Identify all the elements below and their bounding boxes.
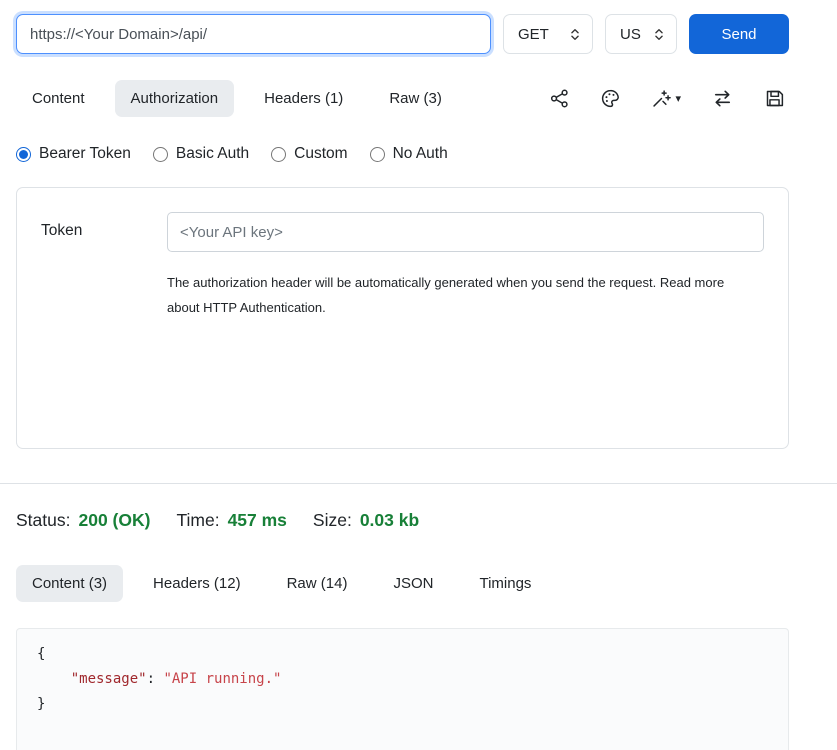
json-close-brace: } — [37, 696, 45, 712]
auth-option-custom[interactable]: Custom — [271, 145, 347, 163]
token-input[interactable] — [167, 212, 764, 252]
api-client-page: GET US Send Content Authorization Header… — [0, 0, 837, 750]
url-input[interactable] — [16, 14, 491, 54]
theme-palette-icon[interactable] — [600, 88, 621, 109]
tab-response-json[interactable]: JSON — [377, 565, 449, 602]
method-select-value: GET — [518, 26, 549, 43]
swap-arrows-icon[interactable] — [711, 87, 734, 110]
tab-raw[interactable]: Raw (3) — [373, 80, 458, 117]
tab-headers[interactable]: Headers (1) — [248, 80, 359, 117]
auth-option-bearer-token[interactable]: Bearer Token — [16, 145, 131, 163]
region-select[interactable]: US — [605, 14, 677, 54]
auth-options: Bearer Token Basic Auth Custom No Auth — [16, 145, 789, 163]
time-label: Time: — [176, 510, 219, 531]
tab-response-content[interactable]: Content (3) — [16, 565, 123, 602]
auth-option-label: No Auth — [393, 145, 448, 163]
section-divider — [0, 483, 837, 484]
response-tabs: Content (3) Headers (12) Raw (14) JSON T… — [16, 565, 789, 602]
json-separator: : — [147, 671, 164, 687]
status-label: Status: — [16, 510, 70, 531]
select-updown-icon — [652, 27, 666, 42]
tab-response-raw[interactable]: Raw (14) — [271, 565, 364, 602]
select-updown-icon — [568, 27, 582, 42]
token-panel-body: The authorization header will be automat… — [167, 212, 764, 424]
auth-option-basic-auth[interactable]: Basic Auth — [153, 145, 249, 163]
save-icon[interactable] — [764, 88, 785, 109]
token-panel: Token The authorization header will be a… — [16, 187, 789, 449]
json-open-brace: { — [37, 646, 45, 662]
tab-authorization[interactable]: Authorization — [115, 80, 235, 117]
radio-icon — [271, 147, 286, 162]
tab-response-headers[interactable]: Headers (12) — [137, 565, 257, 602]
send-button[interactable]: Send — [689, 14, 789, 54]
size-label: Size: — [313, 510, 352, 531]
auth-option-label: Basic Auth — [176, 145, 249, 163]
radio-icon — [370, 147, 385, 162]
auth-option-label: Bearer Token — [39, 145, 131, 163]
auth-option-label: Custom — [294, 145, 347, 163]
json-string-value: "API running." — [163, 671, 281, 687]
response-body: { "message": "API running." } — [16, 628, 789, 750]
tab-content[interactable]: Content — [16, 80, 101, 117]
caret-down-icon: ▾ — [675, 92, 681, 105]
status-bar: Status: 200 (OK) Time: 457 ms Size: 0.03… — [16, 510, 789, 531]
request-tabs: Content Authorization Headers (1) Raw (3… — [16, 80, 789, 117]
toolbar: ▾ — [549, 87, 789, 110]
time-value: 457 ms — [228, 510, 287, 531]
auth-option-no-auth[interactable]: No Auth — [370, 145, 448, 163]
json-key: "message" — [71, 671, 147, 687]
request-bar: GET US Send — [16, 14, 789, 54]
region-select-value: US — [620, 26, 641, 43]
method-select[interactable]: GET — [503, 14, 593, 54]
token-label: Token — [41, 212, 167, 424]
beautify-wand-icon[interactable]: ▾ — [651, 88, 681, 109]
share-icon[interactable] — [549, 88, 570, 109]
auth-help-text: The authorization header will be automat… — [167, 270, 757, 321]
status-value: 200 (OK) — [78, 510, 150, 531]
tab-response-timings[interactable]: Timings — [463, 565, 547, 602]
size-value: 0.03 kb — [360, 510, 419, 531]
radio-icon — [16, 147, 31, 162]
radio-icon — [153, 147, 168, 162]
